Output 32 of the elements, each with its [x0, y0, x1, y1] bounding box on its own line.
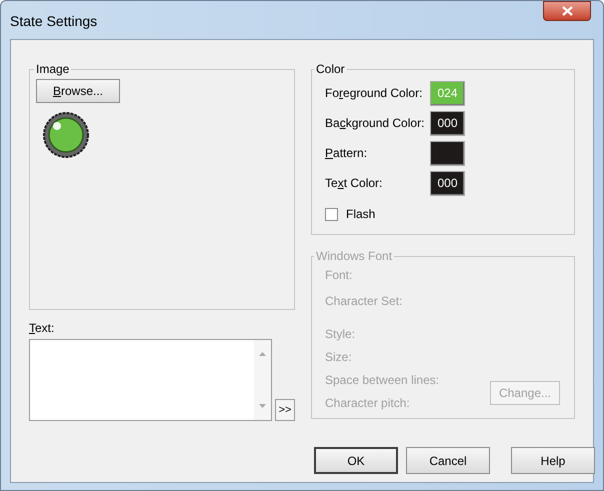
text-area[interactable] — [29, 339, 272, 421]
lamp-icon — [42, 111, 90, 159]
expand-button[interactable]: >> — [275, 399, 295, 421]
checkbox-label: Flash — [346, 206, 376, 223]
color-label: Pattern: — [325, 145, 368, 162]
dialog-button[interactable]: Help — [511, 447, 595, 474]
color-swatch-button[interactable]: 000 — [430, 110, 465, 136]
color-swatch-button[interactable]: 000 — [430, 170, 465, 196]
font-property-label: Size: — [325, 349, 353, 366]
scrollbar[interactable] — [254, 340, 271, 420]
font-property-label: Style: — [325, 326, 356, 343]
font-property-label: Space between lines: — [325, 372, 440, 389]
color-label: Text Color: — [325, 175, 384, 192]
text-label: Text: — [29, 320, 56, 337]
close-icon — [562, 6, 572, 16]
dialog-button[interactable]: Cancel — [406, 447, 490, 474]
close-button[interactable] — [543, 1, 591, 21]
group-title: Color — [315, 61, 346, 78]
font-property-label: Font: — [325, 267, 354, 284]
font-property-label: Character pitch: — [325, 395, 411, 412]
color-label: Foreground Color: — [325, 85, 424, 102]
browse-button[interactable]: Browse... — [36, 79, 120, 103]
dialog-button[interactable]: OK — [314, 447, 398, 474]
group-title: Windows Font — [315, 248, 394, 265]
group-title: Image — [35, 61, 70, 78]
scroll-up-icon[interactable] — [259, 352, 266, 356]
color-swatch-button[interactable] — [430, 140, 465, 166]
flash-checkbox[interactable] — [325, 208, 338, 220]
font-property-label: Character Set: — [325, 293, 404, 310]
color-label: Background Color: — [325, 115, 426, 132]
window-title: State Settings — [10, 12, 98, 31]
scroll-down-icon[interactable] — [259, 404, 266, 408]
